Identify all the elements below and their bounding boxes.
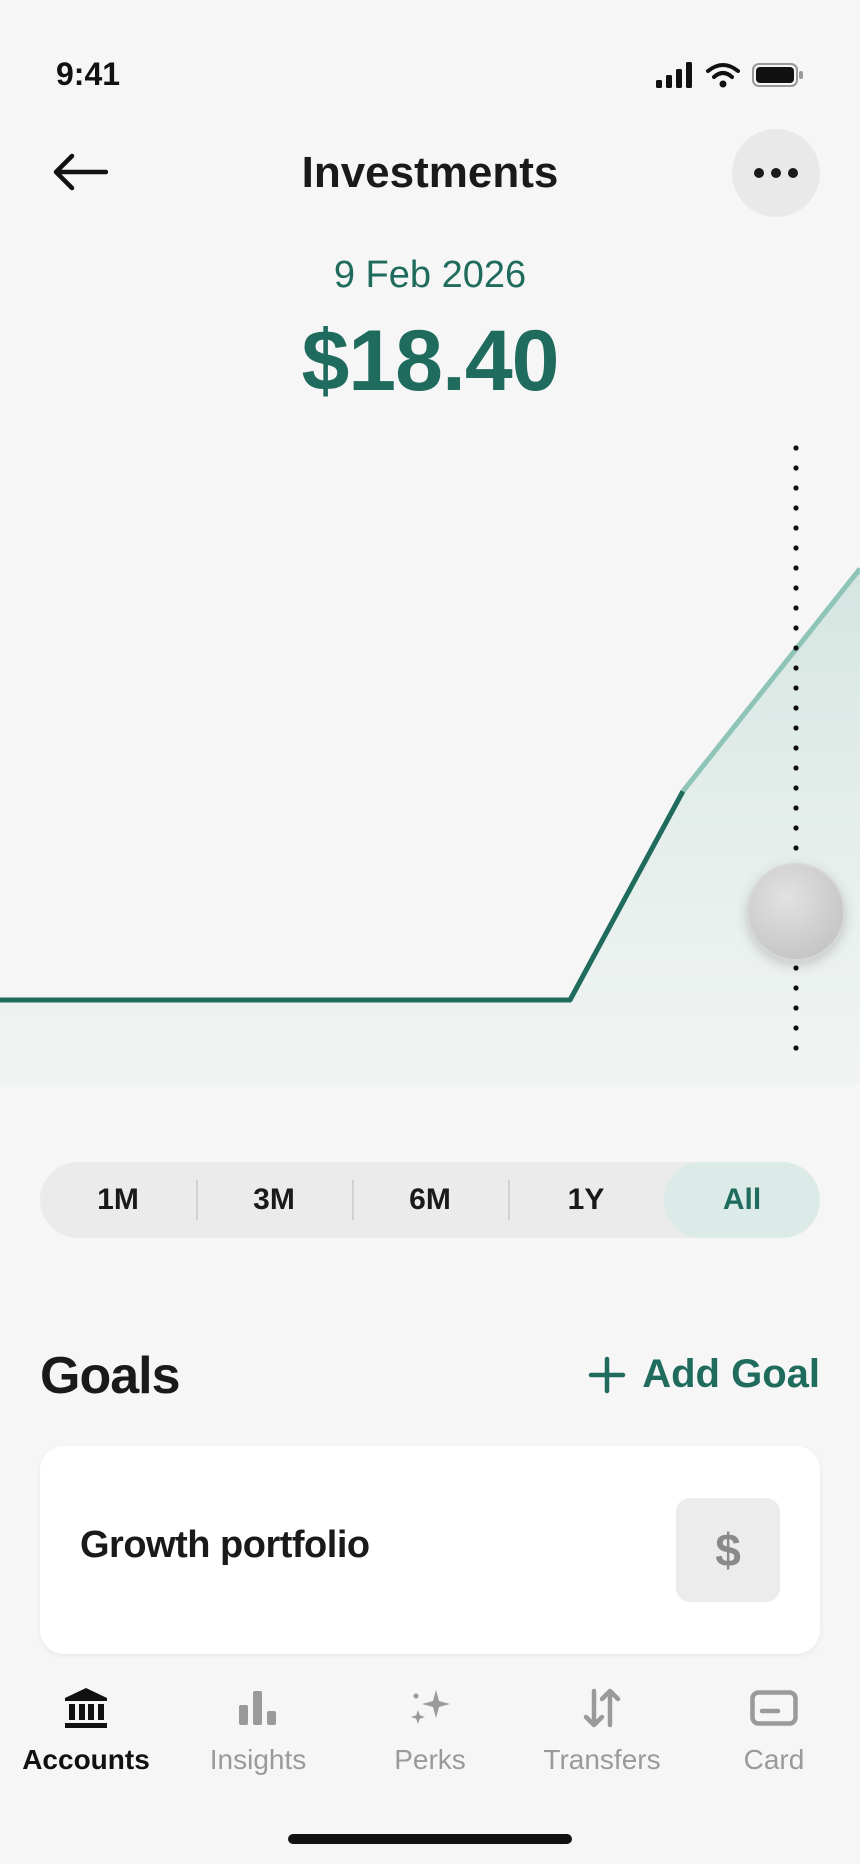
bank-icon: [65, 1688, 107, 1728]
tab-perks[interactable]: Perks: [344, 1668, 516, 1788]
card-icon: [750, 1690, 798, 1726]
selected-date: 9 Feb 2026: [333, 254, 527, 296]
more-dots-icon: [754, 168, 764, 178]
goal-name: Growth portfolio: [80, 1524, 370, 1566]
signal-icon: [656, 62, 692, 88]
chart-cursor-dot: [793, 645, 799, 651]
tab-label: Card: [743, 1744, 805, 1775]
tab-insights[interactable]: Insights: [172, 1668, 344, 1788]
battery-icon: [752, 63, 803, 87]
transfer-arrows-icon: [583, 1688, 621, 1728]
more-options-button[interactable]: [732, 129, 820, 217]
tab-label: Insights: [209, 1744, 307, 1775]
chart-cursor-dot: [793, 985, 799, 991]
chart-cursor-dot: [793, 525, 799, 531]
chart-cursor-dot: [793, 545, 799, 551]
chart-cursor-dot: [793, 1045, 799, 1051]
chart-cursor-dot: [793, 785, 799, 791]
range-1m-button[interactable]: 1M: [40, 1162, 196, 1238]
chart-cursor-dot: [793, 1005, 799, 1011]
tab-bar: Accounts Insights Perks Transfers Card: [0, 1668, 860, 1788]
chart-cursor-dot: [793, 805, 799, 811]
goals-heading: Goals: [40, 1347, 180, 1405]
chart-cursor-dot: [793, 765, 799, 771]
tab-card[interactable]: Card: [688, 1668, 860, 1788]
range-6m-button[interactable]: 6M: [352, 1162, 508, 1238]
goal-card[interactable]: Growth portfolio $: [40, 1446, 820, 1654]
chart-cursor-dot: [793, 445, 799, 451]
tab-label: Transfers: [543, 1744, 661, 1775]
range-3m-button[interactable]: 3M: [196, 1162, 352, 1238]
chart-cursor-dot: [793, 1025, 799, 1031]
page-title: Investments: [301, 148, 559, 197]
range-all-button[interactable]: All: [664, 1162, 820, 1238]
range-1y-button[interactable]: 1Y: [508, 1162, 664, 1238]
more-dot: [788, 168, 798, 178]
tab-transfers[interactable]: Transfers: [516, 1668, 688, 1788]
add-goal-button[interactable]: Add Goal: [588, 1352, 820, 1397]
chart-cursor-dot: [793, 485, 799, 491]
tab-label: Perks: [394, 1744, 466, 1775]
chart-cursor-dot: [793, 585, 799, 591]
status-icons: [656, 62, 804, 88]
chart-cursor-dot: [793, 965, 799, 971]
add-goal-label: Add Goal: [642, 1352, 820, 1396]
dollar-icon: $: [676, 1498, 780, 1602]
investment-chart[interactable]: [0, 430, 860, 1090]
chart-cursor-dot: [793, 705, 799, 711]
chart-cursor-dot: [793, 825, 799, 831]
tab-accounts[interactable]: Accounts: [0, 1668, 172, 1788]
chart-cursor-dot: [793, 845, 799, 851]
chart-cursor-dot: [793, 625, 799, 631]
chart-cursor-dot: [793, 505, 799, 511]
status-time: 9:41: [56, 56, 121, 92]
chart-cursor-dot: [793, 665, 799, 671]
chart-cursor-dot: [793, 465, 799, 471]
chart-cursor-dot: [793, 605, 799, 611]
sparkle-icon: [411, 1690, 450, 1724]
plus-icon: [588, 1356, 626, 1393]
selected-value: $18.40: [301, 313, 559, 409]
chart-cursor-dot: [793, 725, 799, 731]
chart-cursor-dot: [793, 745, 799, 751]
chart-cursor-dot: [793, 565, 799, 571]
home-indicator[interactable]: [288, 1834, 572, 1844]
more-dot: [771, 168, 781, 178]
chart-cursor-dot: [793, 685, 799, 691]
bar-chart-icon: [239, 1691, 276, 1725]
chart-scrubber-knob[interactable]: [747, 863, 845, 961]
wifi-icon: [706, 63, 740, 88]
time-range-selector: 1M 3M 6M 1Y All: [40, 1162, 820, 1238]
tab-label: Accounts: [22, 1744, 150, 1775]
